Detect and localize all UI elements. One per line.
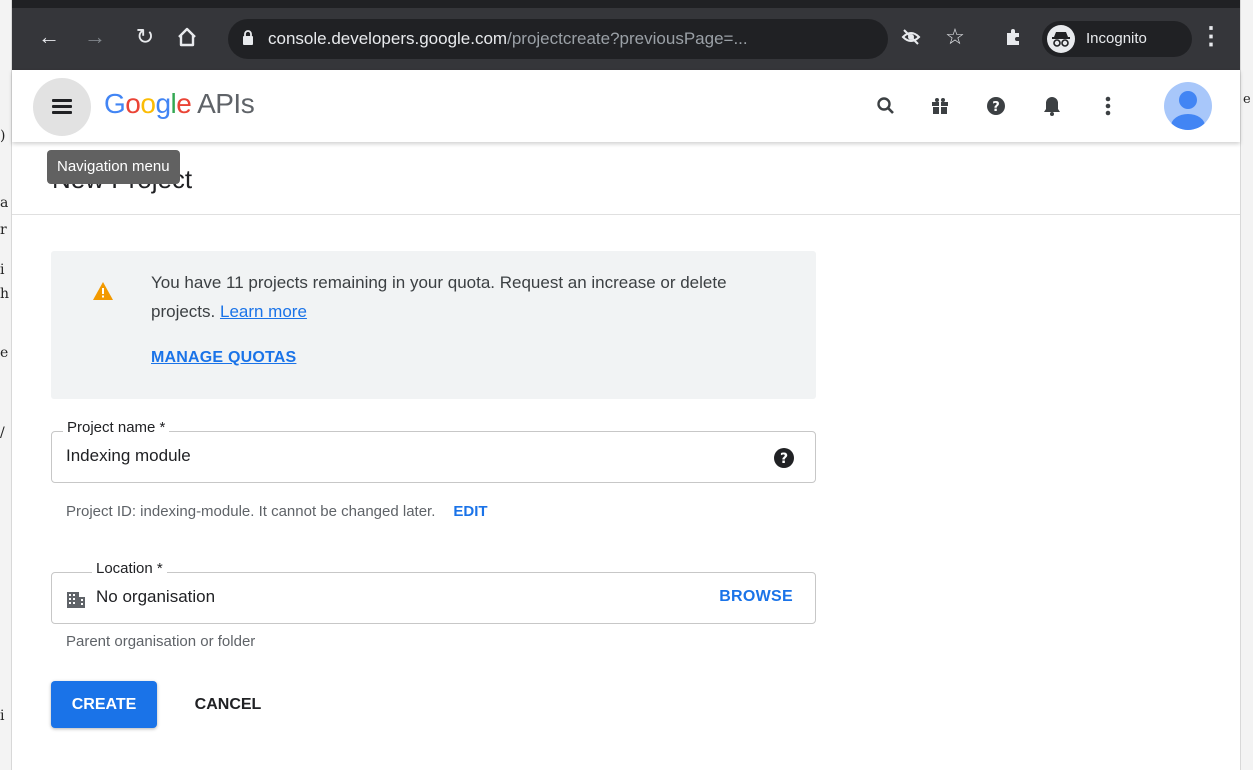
quota-notice: You have 11 projects remaining in your q… xyxy=(51,251,816,399)
manage-quotas-link[interactable]: MANAGE QUOTAS xyxy=(151,349,296,367)
navigation-menu-button[interactable] xyxy=(33,78,91,136)
back-icon[interactable]: ← xyxy=(34,22,64,52)
create-button[interactable]: CREATE xyxy=(51,681,157,728)
browser-menu-icon[interactable]: ⋮ xyxy=(1196,22,1226,52)
help-icon[interactable]: ? xyxy=(982,92,1010,120)
lock-icon xyxy=(243,30,253,45)
location-label: Location * xyxy=(92,560,167,577)
project-name-label: Project name * xyxy=(63,419,170,436)
edit-project-id-button[interactable]: EDIT xyxy=(453,503,487,520)
location-value: No organisation xyxy=(96,587,216,606)
quota-message: You have 11 projects remaining in your q… xyxy=(151,273,727,321)
reload-icon[interactable]: ↻ xyxy=(130,22,160,52)
eye-off-icon[interactable] xyxy=(896,22,926,52)
screen: ) a r i h e / i e ← → ↻ console.develope… xyxy=(0,0,1253,770)
learn-more-link[interactable]: Learn more xyxy=(220,302,307,321)
warning-icon xyxy=(93,282,113,300)
background-window-left: ) a r i h e / i xyxy=(0,0,12,770)
building-icon xyxy=(67,592,85,608)
extensions-icon[interactable] xyxy=(998,22,1028,52)
background-window-right: e xyxy=(1240,0,1253,770)
browser-tabstrip xyxy=(12,0,1240,8)
star-icon[interactable]: ☆ xyxy=(940,22,970,52)
incognito-icon xyxy=(1047,25,1075,53)
google-apis-logo[interactable]: Google APIs xyxy=(104,88,255,120)
project-id-hint: Project ID: indexing-module. It cannot b… xyxy=(66,503,488,520)
browser-toolbar: ← → ↻ console.developers.google.com/proj… xyxy=(12,8,1240,70)
forward-icon[interactable]: → xyxy=(80,22,110,52)
incognito-indicator[interactable]: Incognito xyxy=(1042,21,1192,57)
cancel-button[interactable]: CANCEL xyxy=(178,681,278,728)
gift-icon[interactable] xyxy=(926,92,954,120)
home-icon[interactable] xyxy=(172,22,202,52)
title-divider xyxy=(12,214,1240,215)
more-options-icon[interactable] xyxy=(1094,92,1122,120)
project-name-input[interactable]: Indexing module xyxy=(66,446,191,466)
browse-button[interactable]: BROWSE xyxy=(719,588,793,606)
search-icon[interactable] xyxy=(872,92,900,120)
app-header: Google APIs ? xyxy=(12,70,1240,142)
address-bar[interactable]: console.developers.google.com/projectcre… xyxy=(228,19,888,59)
notifications-icon[interactable] xyxy=(1038,92,1066,120)
account-avatar[interactable] xyxy=(1164,82,1212,130)
address-bar-url: console.developers.google.com/projectcre… xyxy=(268,29,748,48)
navigation-menu-tooltip: Navigation menu xyxy=(47,150,180,184)
svg-text:?: ? xyxy=(780,451,788,467)
location-hint: Parent organisation or folder xyxy=(66,633,256,650)
project-name-field[interactable]: Project name * Indexing module ? xyxy=(51,419,816,483)
location-field[interactable]: Location * No organisation BROWSE xyxy=(51,560,816,624)
help-icon[interactable]: ? xyxy=(773,447,795,469)
incognito-label: Incognito xyxy=(1086,30,1147,47)
svg-text:?: ? xyxy=(992,100,1000,115)
